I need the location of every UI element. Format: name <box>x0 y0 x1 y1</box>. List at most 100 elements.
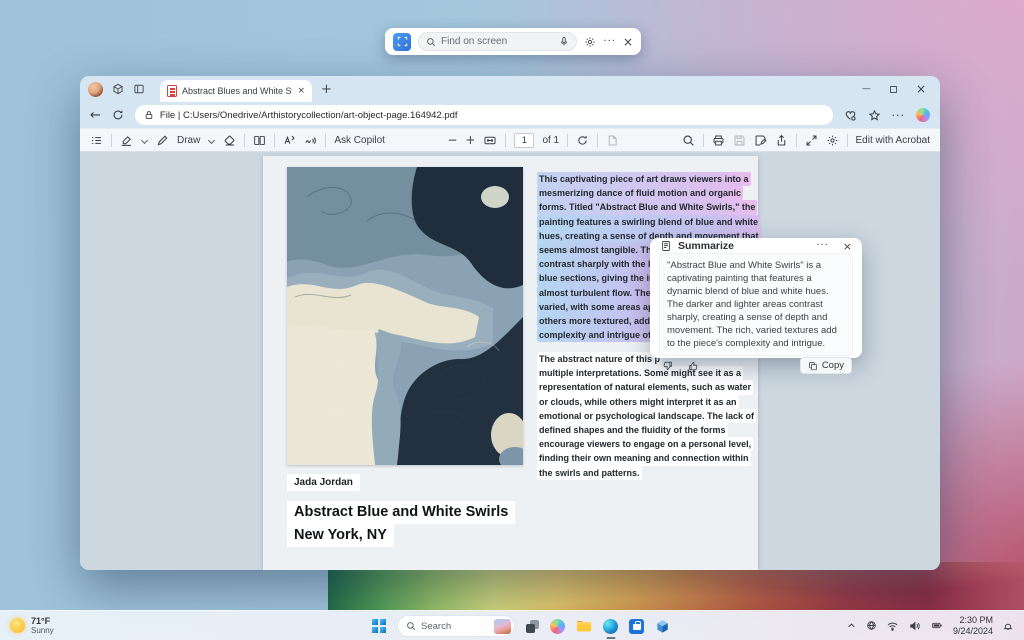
copilot-app-button[interactable] <box>550 611 565 640</box>
clock-time: 2:30 PM <box>959 615 993 625</box>
pdf-file-icon <box>167 85 177 97</box>
fullscreen-icon[interactable] <box>805 134 818 147</box>
settings-gear-icon[interactable] <box>584 36 596 48</box>
visual-search-icon[interactable] <box>393 32 411 51</box>
system-tray: 2:30 PM 9/24/2024 <box>846 615 1024 636</box>
share-icon[interactable] <box>775 134 788 147</box>
blue-cube-app-button[interactable] <box>655 611 670 640</box>
back-icon[interactable]: ← <box>90 109 101 122</box>
taskbar-weather[interactable]: 71°F Sunny <box>0 616 54 636</box>
draw-dropdown-icon[interactable] <box>208 137 215 144</box>
file-explorer-icon <box>576 619 592 633</box>
artwork-title: Abstract Blue and White Swirls <box>287 501 516 524</box>
edit-with-acrobat-button[interactable]: Edit with Acrobat <box>856 135 930 146</box>
page-view-icon[interactable] <box>253 134 266 147</box>
draw-label[interactable]: Draw <box>177 135 200 146</box>
zoom-out-icon[interactable]: − <box>447 134 457 146</box>
page-count-label: of 1 <box>542 134 560 146</box>
browser-menu-icon[interactable]: ··· <box>892 110 906 121</box>
edge-app-button[interactable] <box>603 611 618 640</box>
favorites-star-icon[interactable] <box>868 109 881 122</box>
highlighter-dropdown-icon[interactable] <box>141 137 148 144</box>
browser-window: Abstract Blues and White Swirls by J × +… <box>80 76 940 570</box>
ask-copilot-button[interactable]: Ask Copilot <box>334 135 385 146</box>
copilot-app-icon <box>550 618 565 634</box>
browser-tab[interactable]: Abstract Blues and White Swirls by J × <box>160 80 312 102</box>
read-aloud-icon[interactable] <box>304 134 317 147</box>
pdf-text-line: mesmerizing dance of fluid motion and or… <box>537 186 744 201</box>
print-icon[interactable] <box>712 134 725 147</box>
pdf-text-line: This captivating piece of art draws view… <box>537 172 751 187</box>
sun-icon <box>10 618 25 633</box>
save-icon <box>733 134 746 147</box>
artwork-image <box>287 167 523 465</box>
file-explorer-button[interactable] <box>576 611 592 640</box>
tray-chevron-up-icon[interactable] <box>846 620 857 631</box>
taskbar-search[interactable]: Search <box>397 615 515 637</box>
text-size-icon[interactable] <box>283 134 296 147</box>
find-on-screen-widget: Find on screen ··· × <box>385 28 641 55</box>
pdf-settings-icon[interactable] <box>826 134 839 147</box>
minimize-icon[interactable]: — <box>862 84 871 94</box>
start-button[interactable] <box>372 611 386 640</box>
pdf-text-line: the swirls and patterns. <box>537 465 642 480</box>
address-bar[interactable]: File | C:Users/Onedrive/Arthistorycollec… <box>134 105 833 125</box>
close-icon[interactable]: × <box>623 36 633 48</box>
find-search-input[interactable]: Find on screen <box>418 32 578 51</box>
zoom-in-icon[interactable]: + <box>465 134 475 146</box>
weather-temperature: 71°F <box>31 615 51 626</box>
profile-avatar[interactable] <box>88 81 103 97</box>
highlighter-icon[interactable] <box>120 134 133 147</box>
task-view-button[interactable] <box>526 611 539 640</box>
more-options-icon[interactable]: ··· <box>603 36 616 47</box>
summarize-popup-footer: Copy <box>650 357 862 377</box>
pdf-search-icon[interactable] <box>682 134 695 147</box>
rotate-icon[interactable] <box>576 134 589 147</box>
mic-icon[interactable] <box>559 36 569 47</box>
pdf-text-line: forms. Titled "Abstract Blue and White S… <box>537 200 758 215</box>
workspaces-icon[interactable] <box>112 83 124 95</box>
tab-title: Abstract Blues and White Swirls by J <box>182 86 292 96</box>
eraser-icon[interactable] <box>223 134 236 147</box>
tab-strip: Abstract Blues and White Swirls by J × +… <box>80 76 940 102</box>
page-number-input[interactable]: 1 <box>514 132 535 148</box>
pdf-toolbar: Draw Ask Copilot − + 1 of 1 Edit with Ac… <box>80 128 940 152</box>
refresh-icon[interactable] <box>112 109 124 121</box>
pdf-text-line: almost turbulent flow. The t <box>537 285 659 300</box>
tab-close-icon[interactable]: × <box>297 86 305 96</box>
windows-logo-icon <box>372 619 386 633</box>
new-tab-icon[interactable]: + <box>321 83 332 96</box>
summary-text: "Abstract Blue and White Swirls" is a ca… <box>659 253 853 356</box>
weather-condition: Sunny <box>31 625 54 635</box>
thumbs-up-icon[interactable] <box>687 360 699 372</box>
microsoft-store-icon <box>629 618 644 634</box>
notification-bell-icon[interactable] <box>1002 620 1014 632</box>
pdf-content-area: This captivating piece of art draws view… <box>80 152 940 570</box>
maximize-icon[interactable] <box>889 85 898 94</box>
thumbs-down-icon[interactable] <box>662 360 674 372</box>
pdf-text-line: representation of natural elements, such… <box>537 380 754 395</box>
battery-icon[interactable] <box>930 620 944 631</box>
table-of-contents-icon[interactable] <box>90 134 103 147</box>
speaker-icon[interactable] <box>908 620 921 632</box>
draw-pen-icon[interactable] <box>156 134 169 147</box>
summarize-title: Summarize <box>678 240 735 252</box>
address-row: ← File | C:Users/Onedrive/Arthistorycoll… <box>80 102 940 128</box>
copilot-icon[interactable] <box>916 108 930 122</box>
pdf-text-line: seems almost tangible. The d <box>537 243 667 258</box>
artwork-title-block: Abstract Blue and White Swirls New York,… <box>287 501 516 547</box>
copy-button[interactable]: Copy <box>799 357 852 374</box>
store-app-button[interactable] <box>629 611 644 640</box>
window-close-icon[interactable]: × <box>916 83 926 95</box>
browser-essentials-icon[interactable] <box>844 109 857 122</box>
pdf-text-line: others more textured, addin <box>537 314 661 329</box>
popup-more-icon[interactable]: ··· <box>816 241 829 251</box>
tray-app-icon[interactable] <box>866 620 877 631</box>
tab-actions-icon[interactable] <box>133 83 145 95</box>
save-as-icon[interactable] <box>754 134 767 147</box>
fit-width-icon[interactable] <box>483 134 497 147</box>
taskbar-clock[interactable]: 2:30 PM 9/24/2024 <box>953 615 993 636</box>
taskbar: 71°F Sunny Search 2:30 PM 9/24/2024 <box>0 610 1024 640</box>
popup-close-icon[interactable]: × <box>843 241 852 252</box>
wifi-icon[interactable] <box>886 620 899 632</box>
